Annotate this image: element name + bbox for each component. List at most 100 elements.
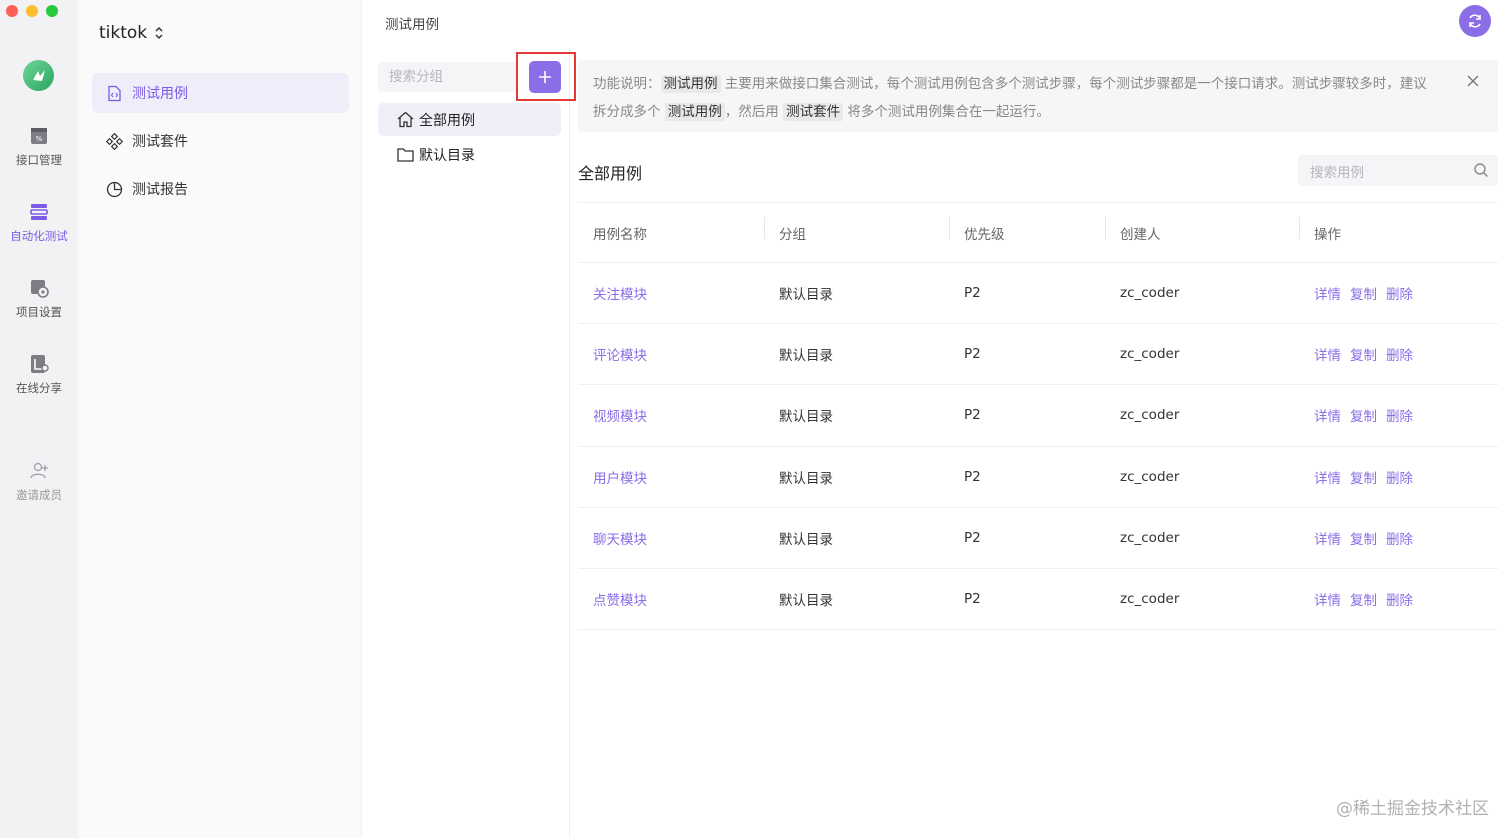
column-header-creator: 创建人	[1105, 216, 1299, 243]
case-group: 默认目录	[779, 593, 833, 610]
window-controls	[6, 5, 58, 17]
notice-text: ，然后用	[724, 104, 779, 120]
case-creator: zc_coder	[1120, 529, 1180, 546]
file-code-icon	[108, 85, 121, 101]
detail-button[interactable]: 详情	[1314, 528, 1341, 548]
column-header-name: 用例名称	[593, 226, 647, 243]
sidebar-item-label: 测试套件	[132, 134, 188, 150]
case-name-link[interactable]: 点赞模块	[578, 589, 764, 609]
rail-item-share[interactable]: 在线分享	[0, 353, 78, 396]
sidebar: tiktok 测试用例 测试套件 测试报告	[78, 0, 362, 838]
case-name-link[interactable]: 用户模块	[578, 467, 764, 487]
delete-button[interactable]: 删除	[1386, 344, 1413, 364]
delete-button[interactable]: 删除	[1386, 467, 1413, 487]
case-group: 默认目录	[779, 348, 833, 365]
rail-item-api[interactable]: % 接口管理	[0, 125, 78, 168]
case-priority: P2	[964, 468, 981, 485]
row-actions: 详情 复制 删除	[1299, 467, 1498, 487]
tree-item-all-cases[interactable]: 全部用例	[378, 103, 561, 136]
watermark: @稀土掘金技术社区	[1336, 799, 1489, 819]
case-name-link[interactable]: 视频模块	[578, 405, 764, 425]
rail-item-invite[interactable]: 邀请成员	[0, 460, 78, 503]
pie-chart-icon	[106, 181, 123, 197]
sync-button[interactable]	[1459, 5, 1491, 37]
copy-button[interactable]: 复制	[1350, 405, 1377, 425]
copy-button[interactable]: 复制	[1350, 589, 1377, 609]
detail-button[interactable]: 详情	[1314, 344, 1341, 364]
page-title: 测试用例	[385, 17, 439, 33]
sidebar-item-test-cases[interactable]: 测试用例	[92, 73, 349, 113]
case-priority: P2	[964, 529, 981, 546]
app-logo[interactable]	[23, 60, 54, 91]
notice-highlight: 测试套件	[783, 103, 844, 121]
detail-button[interactable]: 详情	[1314, 467, 1341, 487]
case-group: 默认目录	[779, 531, 833, 548]
case-name-link[interactable]: 聊天模块	[578, 528, 764, 548]
sidebar-item-label: 测试用例	[132, 86, 188, 102]
sidebar-item-test-suites[interactable]: 测试套件	[92, 121, 349, 161]
add-group-button[interactable]	[529, 61, 561, 93]
table-row: 用户模块 默认目录 P2 zc_coder 详情 复制 删除	[578, 447, 1498, 508]
group-panel: 全部用例 默认目录	[362, 48, 576, 838]
detail-button[interactable]: 详情	[1314, 589, 1341, 609]
tree-item-default-folder[interactable]: 默认目录	[378, 138, 561, 171]
table-row: 聊天模块 默认目录 P2 zc_coder 详情 复制 删除	[578, 508, 1498, 569]
notice-text: 将多个测试用例集合在一起运行。	[847, 104, 1050, 120]
case-priority: P2	[964, 407, 981, 424]
search-icon[interactable]	[1473, 162, 1489, 178]
sidebar-item-test-reports[interactable]: 测试报告	[92, 169, 349, 209]
tree-item-label: 默认目录	[419, 147, 475, 164]
table-row: 评论模块 默认目录 P2 zc_coder 详情 复制 删除	[578, 324, 1498, 386]
rail-item-label: 在线分享	[16, 381, 62, 395]
column-header-actions: 操作	[1299, 216, 1498, 243]
automation-icon	[30, 204, 48, 220]
group-search-input[interactable]	[378, 62, 518, 92]
copy-button[interactable]: 复制	[1350, 528, 1377, 548]
copy-button[interactable]: 复制	[1350, 283, 1377, 303]
logo-icon	[32, 69, 45, 81]
detail-button[interactable]: 详情	[1314, 405, 1341, 425]
column-header-group: 分组	[764, 216, 949, 243]
home-icon	[397, 111, 414, 128]
copy-button[interactable]: 复制	[1350, 344, 1377, 364]
table-row: 点赞模块 默认目录 P2 zc_coder 详情 复制 删除	[578, 569, 1498, 631]
table-row: 视频模块 默认目录 P2 zc_coder 详情 复制 删除	[578, 385, 1498, 447]
case-name-link[interactable]: 关注模块	[578, 283, 764, 303]
invite-icon	[30, 462, 48, 479]
case-creator: zc_coder	[1120, 407, 1180, 424]
case-priority: P2	[964, 346, 981, 363]
case-search-input[interactable]: 搜索用例	[1298, 155, 1498, 186]
project-name: tiktok	[99, 23, 148, 43]
copy-button[interactable]: 复制	[1350, 467, 1377, 487]
rail-item-label: 接口管理	[16, 153, 62, 167]
minimize-window-button[interactable]	[26, 5, 38, 17]
case-creator: zc_coder	[1120, 468, 1180, 485]
row-actions: 详情 复制 删除	[1299, 344, 1498, 364]
close-icon[interactable]	[1466, 74, 1480, 88]
case-creator: zc_coder	[1120, 285, 1180, 302]
delete-button[interactable]: 删除	[1386, 528, 1413, 548]
notice-highlight: 测试用例	[664, 103, 725, 121]
zoom-window-button[interactable]	[46, 5, 58, 17]
rail-item-automation[interactable]: 自动化测试	[0, 201, 78, 244]
case-name-link[interactable]: 评论模块	[578, 344, 764, 364]
close-window-button[interactable]	[6, 5, 18, 17]
row-actions: 详情 复制 删除	[1299, 283, 1498, 303]
table-header: 用例名称 分组 优先级 创建人 操作	[578, 202, 1498, 263]
settings-icon	[31, 280, 49, 298]
case-group: 默认目录	[779, 287, 833, 304]
rail-item-settings[interactable]: 项目设置	[0, 277, 78, 320]
delete-button[interactable]: 删除	[1386, 589, 1413, 609]
search-placeholder: 搜索用例	[1310, 164, 1364, 181]
delete-button[interactable]: 删除	[1386, 405, 1413, 425]
share-icon	[31, 355, 49, 373]
api-icon: %	[31, 128, 47, 144]
delete-button[interactable]: 删除	[1386, 283, 1413, 303]
case-group: 默认目录	[779, 470, 833, 487]
rail-item-label: 项目设置	[16, 305, 62, 319]
table-row: 关注模块 默认目录 P2 zc_coder 详情 复制 删除	[578, 263, 1498, 325]
tree-item-label: 全部用例	[419, 112, 475, 129]
project-switcher[interactable]: tiktok	[99, 23, 165, 43]
row-actions: 详情 复制 删除	[1299, 589, 1498, 609]
detail-button[interactable]: 详情	[1314, 283, 1341, 303]
